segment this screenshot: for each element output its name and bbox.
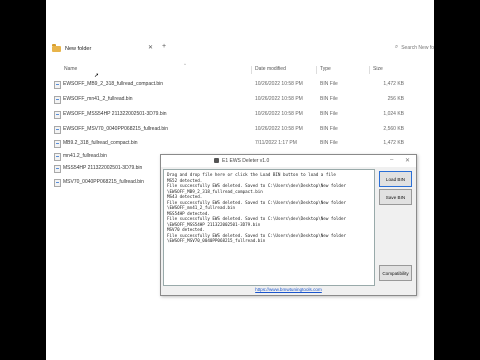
website-link[interactable]: https://www.bmwtuningtools.com — [161, 287, 416, 292]
close-icon[interactable]: ✕ — [405, 157, 410, 164]
file-icon — [54, 153, 61, 161]
file-name: EWSOFF_MB9_2_318_fullread_compact.bin — [63, 81, 164, 87]
file-type: BIN File — [320, 140, 338, 146]
file-size: 1,472 KB — [383, 140, 404, 146]
explorer-titlebar: New folder ✕ + ⌕ Search New fo — [46, 42, 434, 56]
file-size: 256 KB — [387, 96, 404, 102]
load-bin-button[interactable]: Load BIN — [379, 171, 412, 187]
file-icon — [54, 165, 61, 173]
file-icon — [54, 111, 61, 119]
file-type: BIN File — [320, 126, 338, 132]
log-line: File successfully EWS deleted. Saved to … — [167, 183, 346, 188]
file-type: BIN File — [320, 96, 338, 102]
file-row[interactable]: EWSOFF_MSS54HP 211322002501-3D79.bin 10/… — [46, 108, 434, 120]
column-header-type[interactable]: Type — [316, 66, 331, 74]
file-row[interactable]: EWSOFF_MSV70_0040PP068215_fullread.bin 1… — [46, 123, 434, 135]
file-row[interactable]: EWSOFF_mn41_2_fullread.bin 10/26/2022 10… — [46, 93, 434, 105]
file-icon — [54, 81, 61, 89]
compatibility-button[interactable]: Compatibility — [379, 265, 412, 281]
folder-icon — [52, 44, 61, 52]
file-date: 10/26/2022 10:58 PM — [255, 111, 303, 117]
file-name: MSS54HP 211322002501-3D79.bin — [63, 165, 143, 171]
file-name: MB9.2_318_fullread_compact.bin — [63, 140, 138, 146]
dialog-titlebar: E1 EWS Deleter v1.0 – ✕ — [161, 155, 416, 167]
log-output[interactable]: Drag and drop file here or click the Loa… — [163, 169, 375, 286]
file-name: EWSOFF_MSV70_0040PP068215_fullread.bin — [63, 126, 169, 132]
file-name: MSV70_0040PP068215_fullread.bin — [63, 179, 144, 185]
app-icon — [214, 158, 219, 163]
save-bin-button[interactable]: Save BIN — [379, 189, 412, 205]
file-icon — [54, 126, 61, 134]
file-icon — [54, 179, 61, 187]
file-date: 10/26/2022 10:58 PM — [255, 96, 303, 102]
sort-caret-icon: ^ — [184, 62, 186, 67]
dialog-title: E1 EWS Deleter v1.0 — [222, 158, 270, 164]
file-type: BIN File — [320, 81, 338, 87]
file-size: 2,560 KB — [383, 126, 404, 132]
search-icon: ⌕ — [394, 44, 399, 50]
log-line: \EWSOFF_MSV70_0040PP068215_fullread.bin — [167, 238, 266, 243]
file-date: 10/26/2022 10:58 PM — [255, 81, 303, 87]
file-row[interactable]: EWSOFF_MB9_2_318_fullread_compact.bin 10… — [46, 78, 434, 90]
search-placeholder: Search New fo — [401, 44, 434, 51]
file-row[interactable]: MB9.2_318_fullread_compact.bin 7/11/2022… — [46, 137, 434, 149]
file-icon — [54, 96, 61, 104]
screen: New folder ✕ + ⌕ Search New fo ^ Name Da… — [46, 0, 434, 360]
ews-deleter-dialog: E1 EWS Deleter v1.0 – ✕ Drag and drop fi… — [160, 154, 417, 296]
close-tab-icon[interactable]: ✕ — [148, 44, 153, 51]
search-box[interactable]: ⌕ Search New fo — [395, 44, 434, 51]
new-tab-icon[interactable]: + — [162, 43, 166, 50]
file-date: 10/26/2022 10:58 PM — [255, 126, 303, 132]
file-size: 1,024 KB — [383, 111, 404, 117]
file-size: 1,472 KB — [383, 81, 404, 87]
mouse-cursor-icon: ➚ — [94, 73, 100, 79]
minimize-icon[interactable]: – — [390, 157, 393, 163]
file-icon — [54, 140, 61, 148]
window-title: New folder — [65, 46, 92, 52]
log-line: File successfully EWS deleted. Saved to … — [167, 216, 346, 221]
file-type: BIN File — [320, 111, 338, 117]
column-header-name[interactable]: Name — [64, 66, 77, 74]
file-name: mn41.2_fullread.bin — [63, 153, 107, 159]
column-header-size[interactable]: Size — [369, 66, 383, 74]
file-name: EWSOFF_mn41_2_fullread.bin — [63, 96, 133, 102]
file-name: EWSOFF_MSS54HP 211322002501-3D79.bin — [63, 111, 167, 117]
column-header-date[interactable]: Date modified — [251, 66, 286, 74]
file-date: 7/11/2022 1:17 PM — [255, 140, 297, 146]
